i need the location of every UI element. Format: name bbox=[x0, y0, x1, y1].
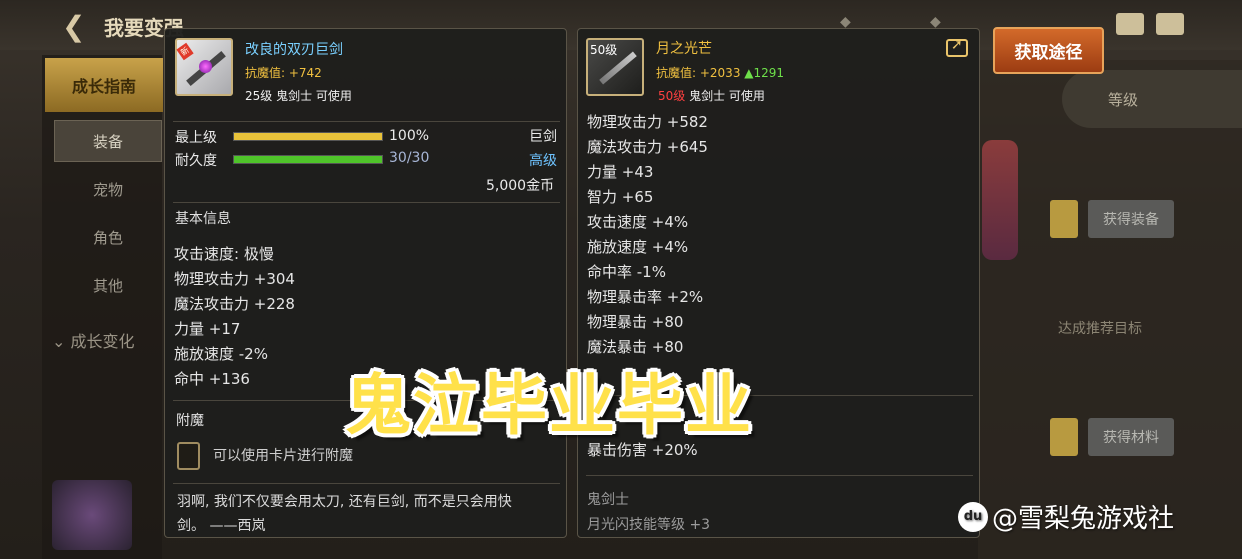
nav-item-character[interactable]: 角色 bbox=[54, 216, 162, 258]
magic-resist: 抗魔值: +2033 ▲1291 bbox=[656, 64, 784, 81]
stat-line: 魔法攻击力 +228 bbox=[174, 295, 295, 313]
required-level: 50级 bbox=[658, 89, 686, 103]
new-badge: 新 bbox=[176, 42, 194, 61]
enchant-title: 附魔 bbox=[176, 413, 204, 429]
stat-line: 力量 +17 bbox=[174, 320, 241, 338]
gold-tab bbox=[1050, 418, 1078, 456]
durability-label: 耐久度 bbox=[175, 153, 217, 169]
skill-bonus: 月光闪技能等级 +3 bbox=[587, 517, 711, 533]
basic-info-title: 基本信息 bbox=[175, 211, 231, 227]
mail-icon[interactable] bbox=[1116, 13, 1144, 35]
stat-line: 物理攻击力 +304 bbox=[174, 270, 295, 288]
sword-gem bbox=[199, 60, 212, 73]
character-portrait bbox=[982, 140, 1018, 260]
stat-line: 智力 +65 bbox=[587, 188, 654, 206]
get-materials-button[interactable]: 获得材料 bbox=[1088, 418, 1174, 456]
chat-icon[interactable] bbox=[1156, 13, 1184, 35]
stat-line: 攻击速度 +4% bbox=[587, 213, 689, 231]
stat-line: 力量 +43 bbox=[587, 163, 654, 181]
item-name: 改良的双刃巨剑 bbox=[245, 42, 343, 58]
nav-growth-guide[interactable]: 成长指南 bbox=[45, 58, 163, 112]
moonlight-sword-icon: 50级 bbox=[586, 38, 644, 96]
share-icon[interactable] bbox=[946, 37, 968, 57]
top-level-bar-fill bbox=[234, 133, 382, 140]
weapon-type: 巨剑 bbox=[529, 129, 557, 145]
greatsword-icon: 新 bbox=[175, 38, 233, 96]
character-thumbnail[interactable] bbox=[52, 480, 132, 550]
right-background-panel bbox=[978, 60, 1242, 559]
divider bbox=[586, 475, 973, 476]
item-price: 5,000金币 bbox=[486, 178, 555, 194]
durability-value: 30/30 bbox=[389, 150, 430, 166]
divider bbox=[173, 483, 560, 484]
obtain-route-button[interactable]: 获取途径 bbox=[993, 27, 1104, 74]
back-arrow-icon[interactable]: ❮ bbox=[62, 10, 85, 43]
stat-line: 物理暴击 +80 bbox=[587, 313, 684, 331]
nav-growth-change[interactable]: ⌄ 成长变化 bbox=[52, 328, 135, 352]
level-tab[interactable]: 等级 bbox=[1062, 70, 1242, 128]
durability-bar-fill bbox=[234, 156, 382, 163]
nav-item-other[interactable]: 其他 bbox=[54, 264, 162, 306]
recommend-target-text: 达成推荐目标 bbox=[1058, 321, 1142, 337]
requirement: 25级 鬼剑士 可使用 bbox=[245, 89, 352, 103]
watermark-logo-icon: du bbox=[958, 501, 988, 532]
stat-line: 施放速度 +4% bbox=[587, 238, 689, 256]
stat-line: 施放速度 -2% bbox=[174, 345, 268, 363]
overlay-title: 鬼泣毕业毕业 bbox=[345, 367, 753, 444]
nav-growth-label: 成长变化 bbox=[70, 332, 135, 351]
watermark-text: @雪梨兔游戏社 bbox=[992, 504, 1175, 534]
top-level-label: 最上级 bbox=[175, 130, 217, 146]
divider bbox=[173, 202, 560, 203]
item-tooltip-left: 新 改良的双刃巨剑 抗魔值: +742 25级 鬼剑士 可使用 最上级 100%… bbox=[164, 28, 567, 538]
nav-item-pet[interactable]: 宠物 bbox=[54, 168, 162, 210]
stat-line: 魔法攻击力 +645 bbox=[587, 138, 708, 156]
magic-resist-up: ▲1291 bbox=[744, 66, 785, 80]
class-label: 鬼剑士 bbox=[587, 492, 629, 508]
get-equipment-button[interactable]: 获得装备 bbox=[1088, 200, 1174, 238]
durability-bar bbox=[233, 155, 383, 164]
nav-item-equipment[interactable]: 装备 bbox=[54, 120, 162, 162]
gold-tab bbox=[1050, 200, 1078, 238]
item-grade: 高级 bbox=[529, 153, 557, 169]
enchant-card-slot[interactable] bbox=[177, 442, 200, 470]
stat-line: 攻击速度: 极慢 bbox=[174, 245, 274, 263]
item-name: 月之光芒 bbox=[656, 41, 712, 57]
stat-line: 物理暴击率 +2% bbox=[587, 288, 704, 306]
stat-line: 命中 +136 bbox=[174, 370, 250, 388]
top-level-bar bbox=[233, 132, 383, 141]
stat-line: 命中率 -1% bbox=[587, 263, 666, 281]
required-class: 鬼剑士 可使用 bbox=[689, 89, 765, 103]
enchant-hint: 可以使用卡片进行附魔 bbox=[213, 448, 353, 464]
magic-resist-value: 抗魔值: +2033 bbox=[656, 66, 741, 80]
magic-resist: 抗魔值: +742 bbox=[245, 66, 322, 80]
requirement: 50级 鬼剑士 可使用 bbox=[658, 87, 765, 104]
flavor-text: 羽啊, 我们不仅要会用太刀, 还有巨剑, 而不是只会用快 bbox=[177, 494, 512, 510]
watermark: du @雪梨兔游戏社 bbox=[958, 498, 1174, 535]
item-tooltip-right: 50级 月之光芒 抗魔值: +2033 ▲1291 50级 鬼剑士 可使用 物理… bbox=[577, 28, 980, 538]
level-badge: 50级 bbox=[590, 43, 618, 57]
top-level-value: 100% bbox=[389, 128, 430, 144]
flavor-text: 剑。 ——西岚 bbox=[177, 518, 266, 534]
stat-line: 物理攻击力 +582 bbox=[587, 113, 708, 131]
divider bbox=[173, 121, 560, 122]
